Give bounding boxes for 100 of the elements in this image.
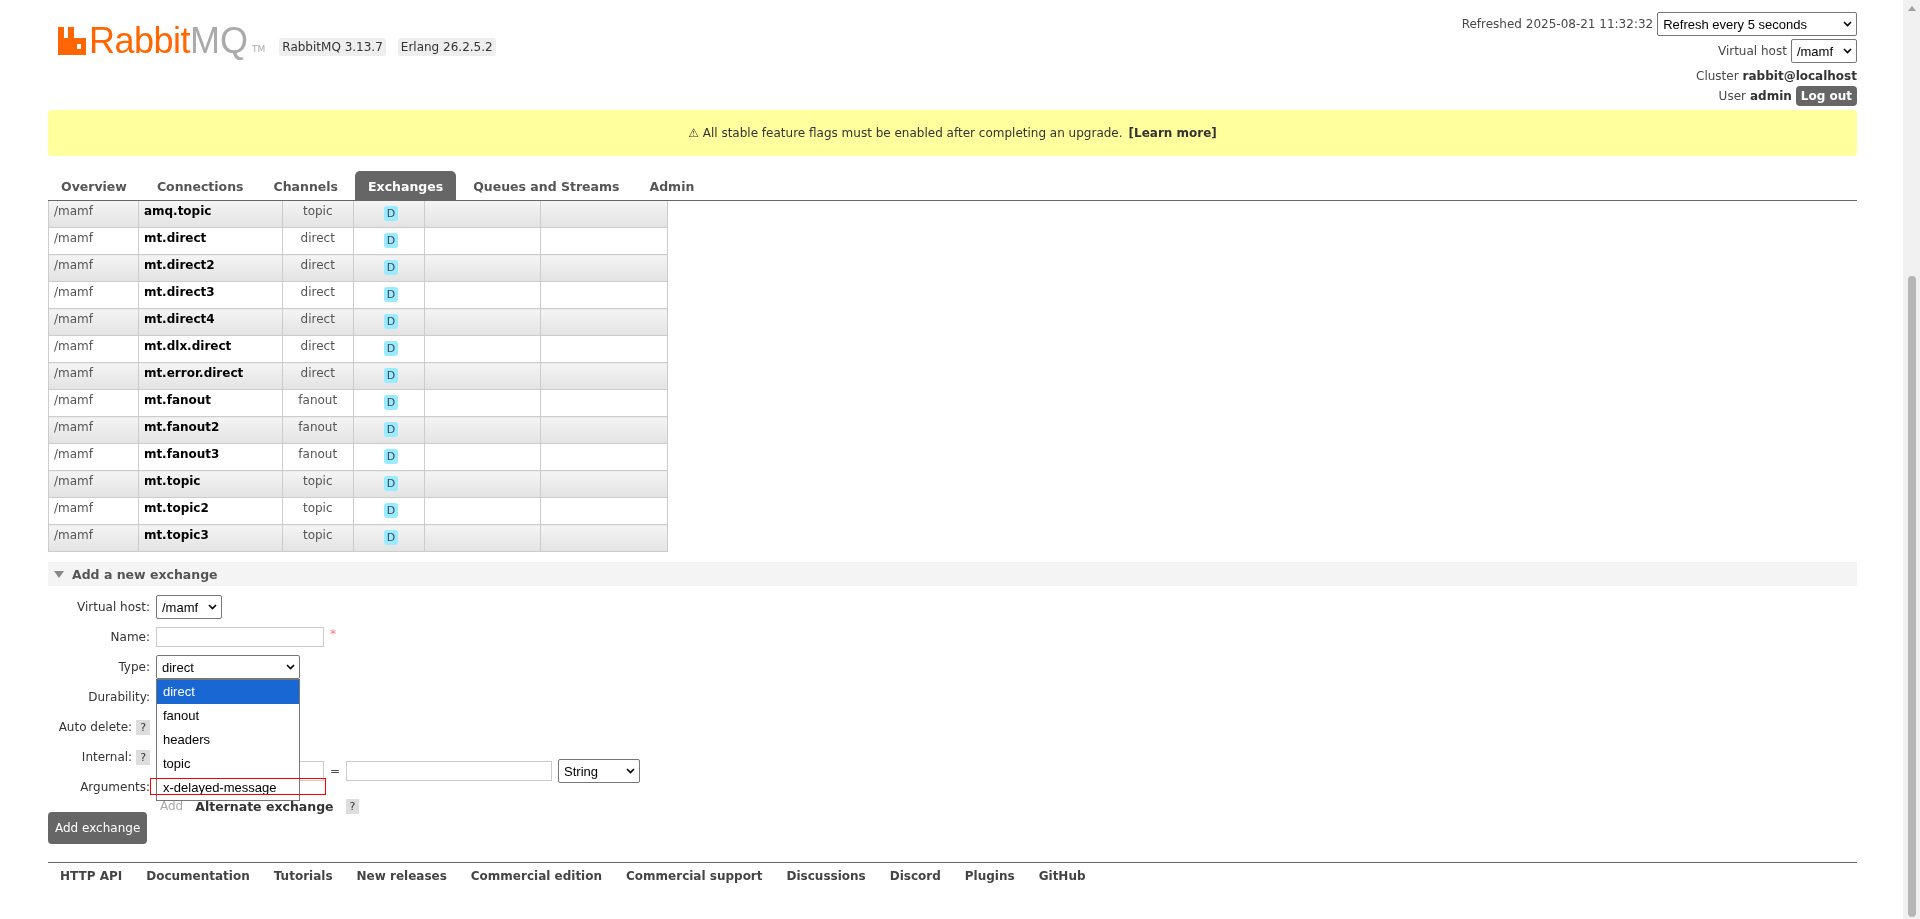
footer-link[interactable]: Commercial support [614,869,775,883]
nav-tab[interactable]: Channels [260,171,352,200]
trademark-mark: TM [252,44,266,54]
table-cell: /mamf [48,281,139,309]
scrollbar-thumb[interactable] [1907,276,1916,917]
durable-badge: D [383,395,399,410]
footer-link[interactable]: Discussions [774,869,878,883]
field-label: Arguments: [79,779,150,796]
table-cell: direct [282,335,354,363]
type-select[interactable]: direct [156,655,300,679]
durable-badge: D [383,260,399,275]
argument-value-field[interactable] [346,761,553,781]
cluster-name: rabbit@localhost [1742,69,1857,83]
table-cell: direct [282,281,354,309]
nav-tab[interactable]: Connections [143,171,257,200]
help-button[interactable]: ? [136,719,150,735]
table-cell: /mamf [48,201,139,228]
durable-badge: D [383,206,399,221]
exchange-name[interactable]: mt.direct3 [138,281,283,309]
table-cell: /mamf [48,470,139,498]
table-cell: direct [282,227,354,255]
refreshed-time: Refreshed 2025-08-21 11:32:32 [1461,17,1654,31]
durable-badge: D [383,530,399,545]
user-label: User [1718,89,1746,103]
footer-link[interactable]: Discord [877,869,953,883]
exchange-name[interactable]: mt.direct [138,227,283,255]
table-cell: /mamf [48,335,139,363]
nav-tab[interactable]: Queues and Streams [460,171,633,200]
footer-link[interactable]: HTTP API [48,869,135,883]
durable-badge: D [383,422,399,437]
exchange-name[interactable]: mt.error.direct [138,362,283,390]
dropdown-caret-icon [1843,21,1852,27]
dropdown-caret-icon [626,768,636,774]
logo-text: MQ [190,24,249,58]
footer-link[interactable]: Commercial edition [458,869,615,883]
logout-button[interactable]: Log out [1795,86,1857,106]
table-cell: /mamf [48,308,139,336]
exchange-name[interactable]: mt.topic [138,470,283,498]
footer-link[interactable]: Documentation [134,869,262,883]
exchange-name[interactable]: mt.dlx.direct [138,335,283,363]
learn-more-link[interactable]: [Learn more] [1128,126,1217,140]
nav-tab[interactable]: Exchanges [355,171,457,200]
table-cell: /mamf [48,443,139,471]
scrollbar[interactable] [1903,0,1920,919]
table-cell: /mamf [48,389,139,417]
durable-badge: D [383,368,399,383]
footer-link[interactable]: Tutorials [261,869,345,883]
table-cell: fanout [282,416,354,444]
scroll-up-icon[interactable] [1907,6,1916,11]
virtual-host-select[interactable]: /mamf [1790,39,1857,63]
exchange-name[interactable]: mt.topic2 [138,497,283,525]
logo-icon [58,27,86,55]
exchange-name[interactable]: mt.fanout [138,389,283,417]
exchange-name[interactable]: mt.fanout2 [138,416,283,444]
exchange-name[interactable]: mt.direct2 [138,254,283,282]
dropdown-option[interactable]: x-delayed-message [157,776,299,800]
table-cell: direct [282,362,354,390]
section-header[interactable]: Add a new exchange [48,562,1857,586]
select-field[interactable]: /mamf [156,595,223,619]
help-button[interactable]: ? [345,798,360,814]
table-cell: /mamf [48,416,139,444]
help-button[interactable]: ? [136,749,150,765]
section-title: Add a new exchange [72,566,218,582]
footer-link[interactable]: New releases [344,869,459,883]
table-cell: /mamf [48,524,139,552]
nav-tab[interactable]: Admin [636,171,708,200]
table-cell: topic [282,470,354,498]
footer-link[interactable]: GitHub [1026,869,1098,883]
table-cell: topic [282,201,354,228]
exchange-name[interactable]: mt.fanout3 [138,443,283,471]
version-badge: Erlang 26.2.5.2 [397,38,496,56]
exchange-name[interactable]: mt.topic3 [138,524,283,552]
field-label: Durability: [87,689,150,706]
durable-badge: D [383,449,399,464]
dropdown-caret-icon [286,664,295,670]
durable-badge: D [383,287,399,302]
exchange-name[interactable]: amq.topic [138,201,283,228]
nav-tab[interactable]: Overview [48,171,140,200]
add-exchange-button[interactable]: Add exchange [48,812,148,844]
alternate-exchange-link[interactable]: Alternate exchange [195,798,334,814]
dropdown-option[interactable]: topic [157,752,299,776]
durable-badge: D [383,503,399,518]
exchange-name[interactable]: mt.direct4 [138,308,283,336]
argument-type-select[interactable]: String [558,759,641,783]
refresh-select[interactable]: Refresh every 5 seconds [1657,12,1857,36]
virtual-host-label: Virtual host [1717,44,1787,58]
dropdown-caret-icon [1843,48,1852,54]
name-input-field[interactable] [156,627,324,647]
table-cell: direct [282,308,354,336]
durable-badge: D [383,233,399,248]
table-cell: /mamf [48,254,139,282]
dropdown-option[interactable]: direct [157,680,299,704]
dropdown-option[interactable]: fanout [157,704,299,728]
durable-badge: D [383,314,399,329]
footer-link[interactable]: Plugins [952,869,1027,883]
table-cell: fanout [282,389,354,417]
field-label: Type: [117,659,150,676]
durable-badge: D [383,341,399,356]
dropdown-option[interactable]: headers [157,728,299,752]
durable-badge: D [383,476,399,491]
